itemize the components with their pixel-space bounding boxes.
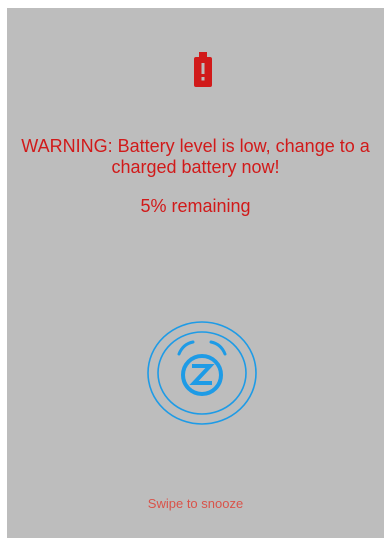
alarm-snooze-icon — [177, 340, 227, 396]
warning-line-2: charged battery now! — [111, 157, 280, 177]
battery-remaining-label: 5% remaining — [140, 196, 251, 216]
swipe-to-snooze-hint: Swipe to snooze — [147, 496, 244, 511]
battery-alert-icon — [194, 52, 212, 87]
warning-line-1: WARNING: Battery level is low, change to… — [21, 136, 370, 156]
battery-warning-screen: WARNING: Battery level is low, change to… — [7, 8, 384, 538]
battery-warning-message: WARNING: Battery level is low, change to… — [7, 136, 384, 178]
snooze-swipe-handle[interactable] — [146, 320, 258, 426]
